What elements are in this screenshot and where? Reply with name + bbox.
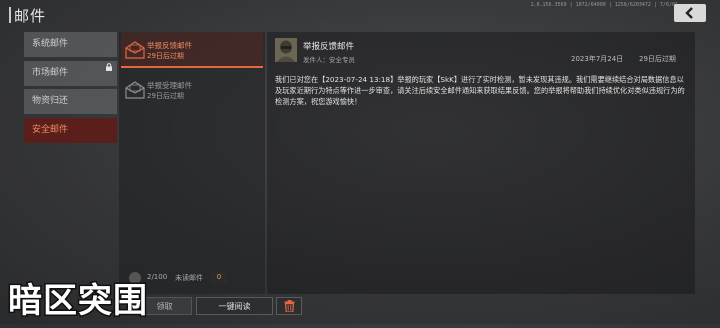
game-logo-watermark: 暗区突围 xyxy=(0,264,160,324)
mail-sender: 发件人：安全专员 xyxy=(303,56,355,64)
read-all-button[interactable]: 一键阅读 xyxy=(196,297,273,315)
mail-detail: 举报反馈邮件 发件人：安全专员 2023年7月24日 29日后过期 我们已对您在… xyxy=(267,32,695,294)
svg-text:暗区突围: 暗区突围 xyxy=(8,281,148,321)
mail-date: 2023年7月24日 xyxy=(571,55,624,63)
logo-icon: 暗区突围 xyxy=(7,280,149,323)
sender-avatar xyxy=(275,38,297,62)
back-button[interactable] xyxy=(674,4,706,22)
system-info: 1.0.156.3569 | 1072/64000 | 1258/6203472… xyxy=(530,2,678,8)
mail-expiry: 29日后过期 xyxy=(147,92,184,100)
mail-expiry: 29日后过期 xyxy=(639,55,676,63)
sidebar-item-label: 系统邮件 xyxy=(32,39,69,49)
sidebar-item-market-mail[interactable]: 市场邮件 xyxy=(24,60,117,86)
mail-body: 我们已对您在【2023-07-24 13:18】举报的玩家【SkK】进行了实时检… xyxy=(275,75,685,106)
delete-button[interactable] xyxy=(276,297,302,315)
mail-title: 举报反馈邮件 xyxy=(147,41,192,50)
sidebar-item-system-mail[interactable]: 系统邮件 xyxy=(24,32,117,57)
mail-title: 举报受理邮件 xyxy=(147,81,192,90)
mail-expiry: 29日后过期 xyxy=(147,52,184,60)
sidebar-item-security-mail[interactable]: 安全邮件 xyxy=(24,117,117,143)
unread-label: 未读邮件 xyxy=(175,274,203,282)
chevron-left-icon xyxy=(685,7,693,19)
sidebar-item-label: 市场邮件 xyxy=(32,67,69,78)
list-item[interactable]: 举报反馈邮件 29日后过期 xyxy=(121,32,263,68)
trash-icon xyxy=(284,300,294,312)
mail-detail-title: 举报反馈邮件 xyxy=(303,42,355,52)
envelope-open-icon xyxy=(125,81,145,99)
unread-count-badge: 0 xyxy=(211,271,227,283)
envelope-open-icon xyxy=(125,41,145,59)
page-title: 邮件 xyxy=(14,7,47,25)
soldier-avatar-icon xyxy=(275,38,297,62)
top-bar: 邮件 1.0.156.3569 | 1072/64000 | 1258/6203… xyxy=(0,0,720,28)
sidebar-item-supply-return[interactable]: 物资归还 xyxy=(24,89,117,114)
sidebar-item-label: 物资归还 xyxy=(32,96,69,106)
mail-list: 举报反馈邮件 29日后过期 举报受理邮件 29日后过期 2/100 未读邮件 0 xyxy=(119,32,265,294)
sidebar-item-label: 安全邮件 xyxy=(32,124,69,135)
mail-category-sidebar: 系统邮件 市场邮件 物资归还 安全邮件 xyxy=(24,32,117,146)
list-item[interactable]: 举报受理邮件 29日后过期 xyxy=(121,72,263,108)
title-accent-bar xyxy=(9,7,11,23)
lock-icon xyxy=(106,62,112,71)
